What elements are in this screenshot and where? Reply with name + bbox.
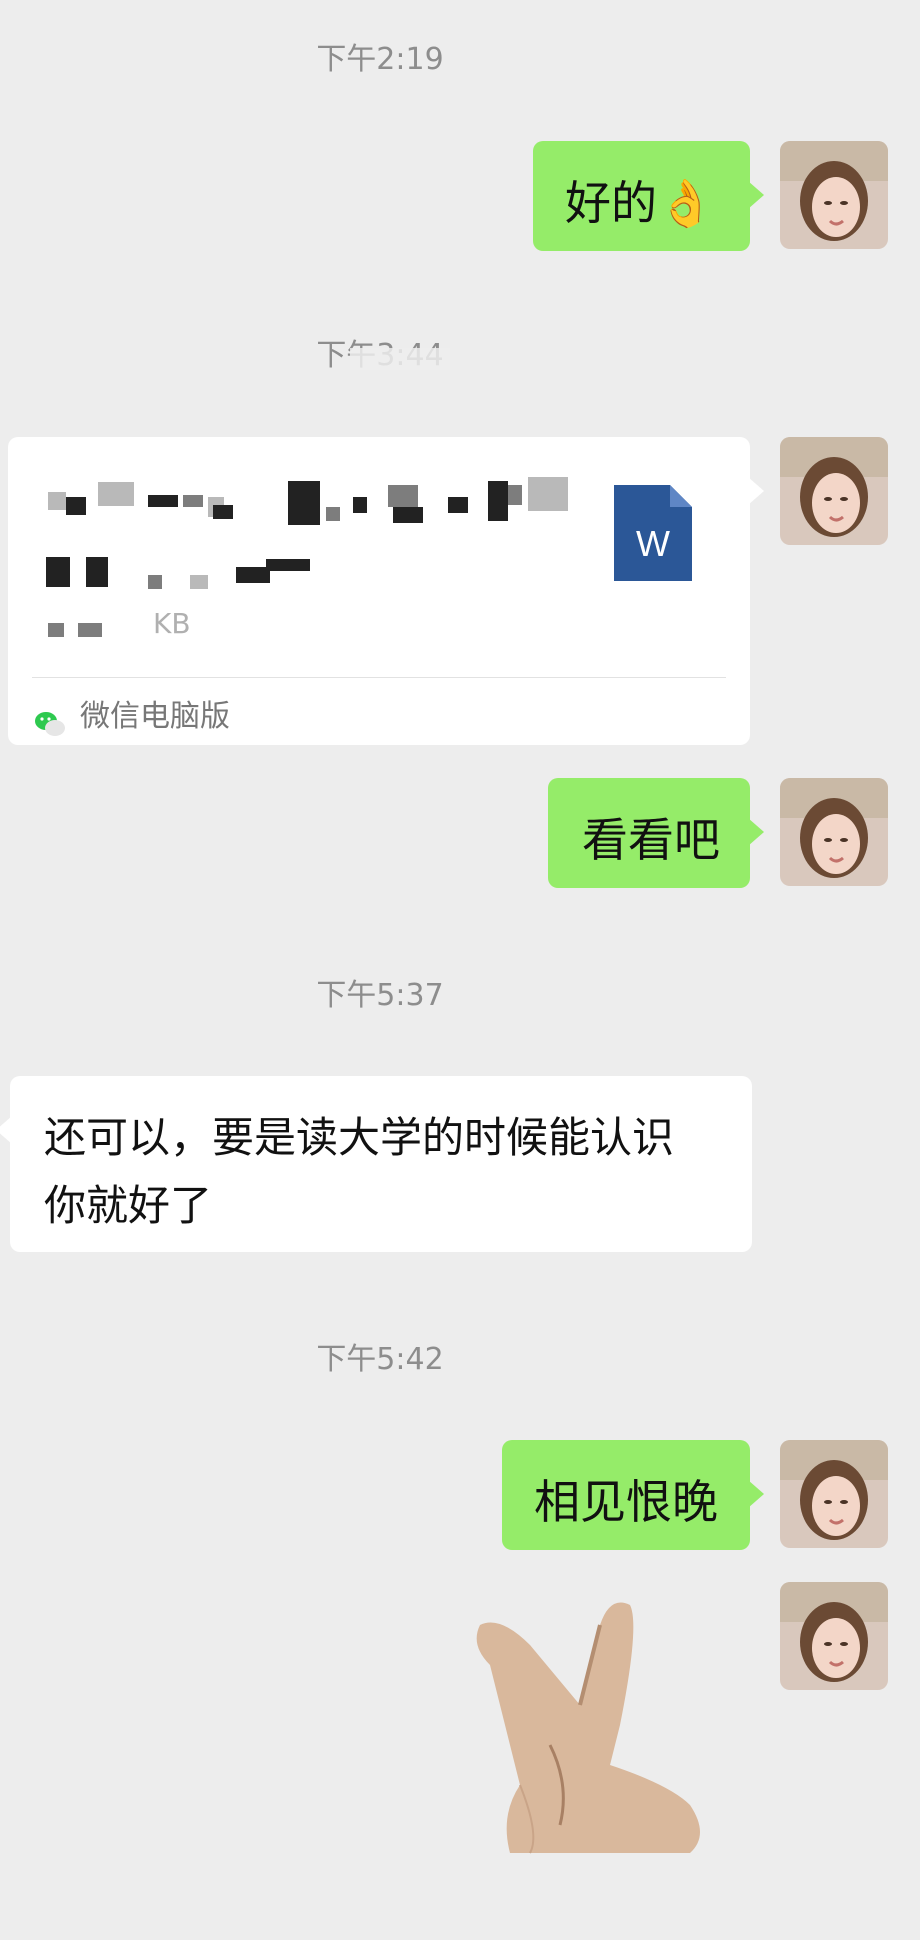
wechat-pc-icon (34, 695, 66, 736)
sent-message-bubble[interactable]: 看看吧 (548, 778, 764, 888)
finger-heart-sticker[interactable] (460, 1585, 720, 1855)
obscuring-smudge (350, 348, 450, 370)
divider (32, 677, 726, 678)
timestamp: 下午5:37 (316, 978, 444, 1013)
timestamp: 下午5:42 (316, 1342, 444, 1377)
avatar[interactable] (780, 141, 888, 249)
avatar[interactable] (780, 778, 888, 886)
received-message-bubble[interactable]: 还可以，要是读大学的时候能认识 你就好了 (0, 1076, 752, 1252)
message-text: 好的👌 (565, 176, 715, 230)
message-text: 相见恨晚 (534, 1475, 718, 1529)
word-file-icon: W (614, 485, 692, 581)
avatar[interactable] (780, 1440, 888, 1548)
word-icon-letter: W (636, 523, 670, 564)
timestamp: 下午2:19 (316, 42, 444, 77)
message-text-line: 还可以，要是读大学的时候能认识 (44, 1113, 675, 1162)
message-text-line: 你就好了 (44, 1181, 213, 1230)
avatar[interactable] (780, 437, 888, 545)
file-source-label: 微信电脑版 (80, 699, 230, 734)
file-message-card[interactable]: KB W 微信电脑版 (8, 437, 764, 745)
message-text: 看看吧 (582, 813, 720, 867)
sent-message-bubble[interactable]: 相见恨晚 (502, 1440, 764, 1550)
avatar[interactable] (780, 1582, 888, 1690)
file-size: KB (153, 607, 191, 640)
sent-message-bubble[interactable]: 好的👌 (533, 141, 764, 251)
